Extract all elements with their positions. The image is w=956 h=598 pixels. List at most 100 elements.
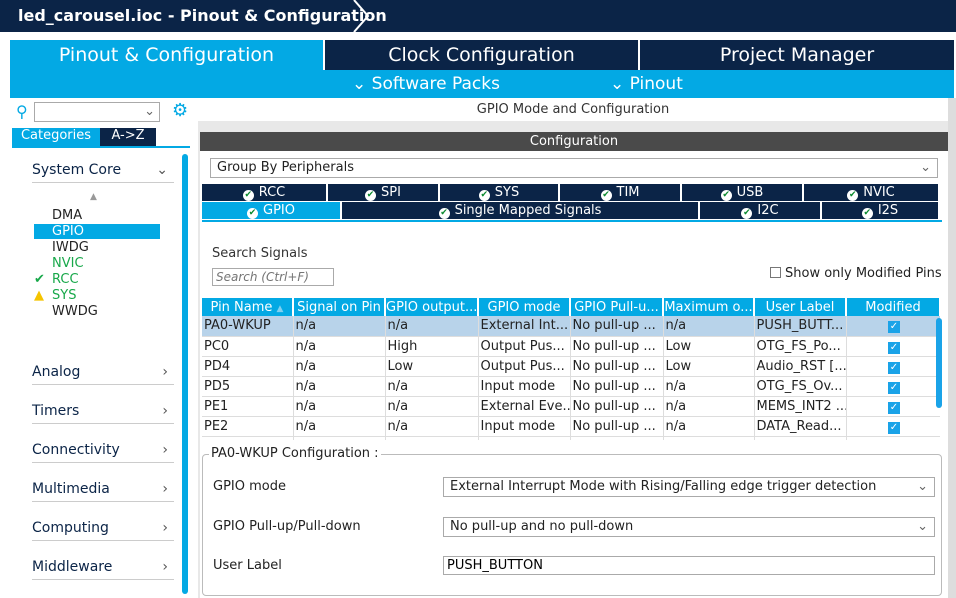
checkbox-icon — [770, 267, 781, 278]
column-header[interactable]: Maximum o... — [663, 298, 755, 316]
peripheral-tab-nvic[interactable]: ✔ NVIC — [804, 184, 940, 201]
checkbox-checked-icon[interactable]: ✓ — [888, 341, 900, 354]
item-nvic[interactable]: NVIC — [52, 256, 84, 271]
tab-label: I2S — [877, 203, 899, 218]
table-cell: n/a — [293, 356, 386, 377]
item-rcc[interactable]: RCC — [52, 272, 79, 287]
checkbox-checked-icon[interactable]: ✓ — [888, 361, 900, 374]
table-cell: MEMS_INT2 ... — [754, 396, 847, 417]
table-cell: No pull-up ... — [570, 396, 664, 417]
sort-icon[interactable]: ▲ — [90, 192, 97, 202]
modified-cell: ✓ — [846, 356, 940, 377]
category-system-core[interactable]: System Core ⌄ — [32, 162, 174, 183]
item-sys[interactable]: SYS — [52, 288, 76, 303]
table-cell: Low — [385, 356, 479, 377]
pinout-menu[interactable]: ⌄ Pinout — [610, 74, 683, 94]
pull-label: GPIO Pull-up/Pull-down — [213, 519, 361, 534]
divider — [202, 220, 942, 222]
peripheral-tab-rcc[interactable]: ✔ RCC — [202, 184, 328, 201]
category-computing[interactable]: Computing › — [32, 520, 174, 541]
peripheral-tab-i2c[interactable]: ✔ I2C — [700, 202, 822, 219]
modified-cell: ✓ — [846, 396, 940, 417]
show-modified-checkbox[interactable]: Show only Modified Pins — [770, 266, 942, 281]
group-by-value: Group By Peripherals — [217, 160, 354, 175]
peripheral-tab-i2s[interactable]: ✔ I2S — [822, 202, 940, 219]
table-cell: PUSH_BUTT... — [754, 316, 847, 337]
warning-icon: ▲ — [34, 288, 44, 303]
table-cell: Input mode — [478, 376, 571, 397]
table-row[interactable]: PD5 n/a n/a Input mode No pull-up ... n/a OTG_… — [202, 376, 940, 397]
check-circle-icon: ✔ — [365, 190, 377, 201]
checkbox-checked-icon[interactable]: ✓ — [888, 321, 900, 334]
column-header[interactable]: Signal on Pin — [293, 298, 386, 316]
table-row[interactable]: PE2 n/a n/a Input mode No pull-up ... n/a DATA… — [202, 416, 940, 437]
table-scrollbar[interactable] — [936, 318, 942, 408]
table-row[interactable]: PE3n/aLowOutput Pus...No pull-up ...LowC… — [202, 436, 940, 440]
tab-pinout-configuration[interactable]: Pinout & Configuration — [10, 40, 325, 70]
column-label: Modified — [865, 299, 921, 315]
table-cell: n/a — [385, 376, 479, 397]
category-label: Analog — [32, 364, 81, 380]
category-label: Computing — [32, 520, 109, 536]
table-cell: Low — [663, 356, 755, 377]
table-cell: Low — [663, 436, 755, 440]
check-circle-icon: ✔ — [847, 190, 859, 201]
peripheral-tab-tim[interactable]: ✔ TIM — [560, 184, 682, 201]
item-dma[interactable]: DMA — [52, 208, 82, 223]
column-header[interactable]: User Label — [754, 298, 847, 316]
window-scrollbar[interactable] — [948, 98, 956, 598]
table-cell: Output Pus... — [478, 356, 571, 377]
table-cell: PA0-WKUP — [202, 316, 294, 337]
column-header[interactable]: GPIO mode — [478, 298, 571, 316]
tab-label: SYS — [494, 185, 520, 200]
peripheral-tab-sys[interactable]: ✔ SYS — [440, 184, 560, 201]
user-label-input[interactable] — [443, 556, 935, 575]
tab-project-manager[interactable]: Project Manager — [640, 40, 954, 70]
group-by-select[interactable]: Group By Peripherals ⌄ — [210, 158, 938, 178]
table-row[interactable]: PD4 n/a Low Output Pus... No pull-up ... Low A… — [202, 356, 940, 377]
checkbox-checked-icon[interactable]: ✓ — [888, 421, 900, 434]
config-title: Configuration — [200, 132, 948, 151]
modified-cell: ✓ — [846, 436, 940, 440]
category-multimedia[interactable]: Multimedia › — [32, 481, 174, 502]
item-gpio[interactable]: GPIO — [52, 224, 84, 239]
pull-select[interactable]: No pull-up and no pull-down ⌄ — [443, 517, 935, 537]
column-header[interactable]: GPIO Pull-u... — [570, 298, 664, 316]
category-connectivity[interactable]: Connectivity › — [32, 442, 174, 463]
chevron-right-icon: › — [162, 520, 168, 536]
gpio-mode-select[interactable]: External Interrupt Mode with Rising/Fall… — [443, 477, 935, 497]
tab-a-z[interactable]: A->Z — [100, 128, 156, 146]
table-cell: Input mode — [478, 416, 571, 437]
table-row[interactable]: PC0 n/a High Output Pus... No pull-up ... Low… — [202, 336, 940, 357]
column-header[interactable]: Pin Name ▲ — [202, 298, 294, 316]
component-search-input[interactable]: ⌄ — [34, 102, 160, 122]
tab-label: Single Mapped Signals — [454, 203, 602, 218]
scrollbar[interactable] — [182, 154, 188, 594]
pin-config-group: PA0-WKUP Configuration : GPIO mode Exter… — [202, 446, 942, 596]
gear-icon[interactable]: ⚙ — [172, 100, 188, 121]
table-row[interactable]: PA0-WKUP n/a n/a External Int... No pull-up … — [202, 316, 940, 337]
table-cell: Low — [385, 436, 479, 440]
peripheral-tab-spi[interactable]: ✔ SPI — [328, 184, 440, 201]
peripheral-tab-usb[interactable]: ✔ USB — [682, 184, 804, 201]
item-iwdg[interactable]: IWDG — [52, 240, 89, 255]
table-cell: PE3 — [202, 436, 294, 440]
category-timers[interactable]: Timers › — [32, 403, 174, 424]
table-row[interactable]: PE1 n/a n/a External Eve... No pull-up ... n/… — [202, 396, 940, 417]
peripheral-tab-gpio[interactable]: ✔ GPIO — [202, 202, 342, 219]
main-panel: GPIO Mode and Configuration Configuratio… — [198, 98, 948, 598]
software-packs-menu[interactable]: ⌄ Software Packs — [352, 74, 500, 94]
tab-clock-configuration[interactable]: Clock Configuration — [325, 40, 640, 70]
item-wwdg[interactable]: WWDG — [52, 304, 98, 319]
category-analog[interactable]: Analog › — [32, 364, 174, 385]
chevron-right-icon: › — [162, 559, 168, 575]
checkbox-checked-icon[interactable]: ✓ — [888, 381, 900, 394]
column-header[interactable]: Modified — [846, 298, 940, 316]
peripheral-tab-single-mapped-signals[interactable]: ✔ Single Mapped Signals — [342, 202, 700, 219]
column-header[interactable]: GPIO output... — [385, 298, 479, 316]
category-middleware[interactable]: Middleware › — [32, 559, 174, 580]
search-signals-input[interactable] — [212, 268, 334, 286]
checkbox-checked-icon[interactable]: ✓ — [888, 401, 900, 414]
window-title: led_carousel.ioc - Pinout & Configuratio… — [0, 0, 956, 32]
tab-categories[interactable]: Categories — [12, 128, 100, 146]
